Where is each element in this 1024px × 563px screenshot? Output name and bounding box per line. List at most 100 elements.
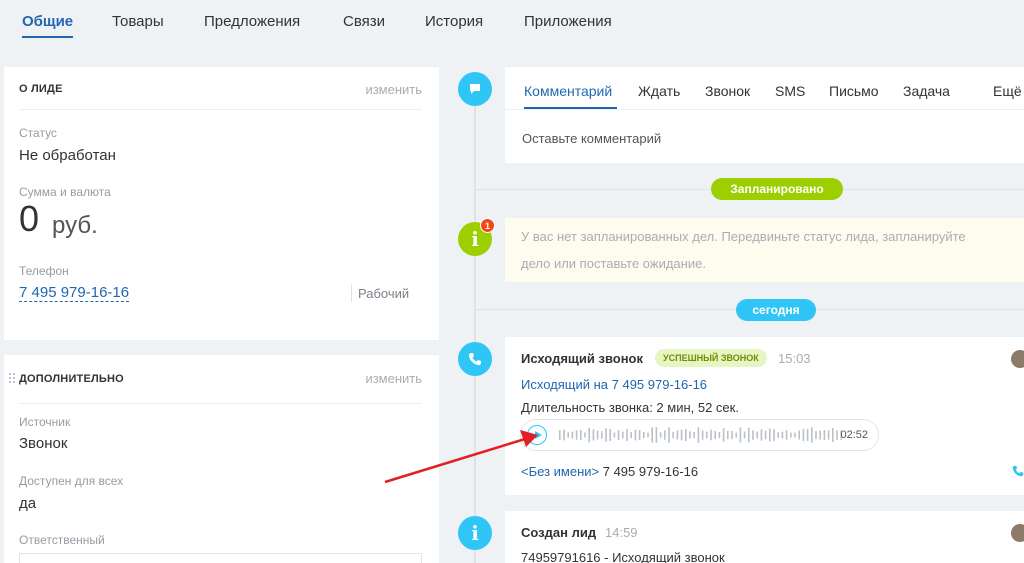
created-timeline-icon: i — [458, 516, 492, 550]
waveform-bar — [680, 429, 683, 441]
planned-notice: У вас нет запланированных дел. Передвинь… — [505, 218, 1024, 282]
composer-tab-sms[interactable]: SMS — [775, 83, 805, 99]
tab-apps[interactable]: Приложения — [524, 13, 612, 30]
planned-text-line2: дело или поставьте ожидание. — [521, 256, 706, 271]
waveform-bar — [714, 431, 716, 439]
tab-general[interactable]: Общие — [22, 13, 73, 30]
waveform-bar — [706, 431, 708, 439]
composer-tab-more[interactable]: Ещё — [993, 83, 1022, 99]
extra-card: ДОПОЛНИТЕЛЬНО изменить Источник Звонок Д… — [4, 355, 439, 563]
waveform-bar — [659, 432, 662, 438]
waveform-bar — [626, 428, 628, 442]
waveform-bar — [790, 432, 792, 438]
divider — [19, 403, 422, 404]
waveform-bar — [722, 428, 725, 442]
phone-label: Телефон — [19, 264, 69, 278]
annotation-arrow-icon — [384, 430, 538, 484]
tab-links[interactable]: Связи — [343, 13, 385, 30]
waveform-bar — [689, 431, 691, 439]
sum-label: Сумма и валюта — [19, 185, 111, 199]
call-duration: Длительность звонка: 2 мин, 52 сек. — [521, 400, 739, 415]
waveform-bar — [563, 429, 565, 441]
waveform-bar — [613, 432, 616, 438]
tab-products[interactable]: Товары — [112, 13, 164, 30]
waveform-bar — [584, 432, 586, 438]
waveform-bar — [798, 430, 800, 440]
phone-type: Рабочий — [358, 286, 410, 301]
divider — [505, 109, 1024, 110]
waveform-bar — [643, 431, 645, 439]
phone-link[interactable]: 7 495 979-16-16 — [19, 284, 130, 302]
comment-timeline-icon — [458, 72, 492, 106]
lead-card: О ЛИДЕ изменить Статус Не обработан Сумм… — [4, 67, 439, 340]
waveform-bar — [559, 430, 561, 440]
avatar[interactable] — [1011, 350, 1024, 368]
waveform-bar — [735, 432, 737, 438]
composer-tab-task[interactable]: Задача — [903, 83, 950, 99]
today-badge: сегодня — [736, 299, 816, 321]
active-tab-underline — [22, 36, 73, 38]
waveform-bar — [638, 430, 641, 440]
waveform-bar — [647, 432, 649, 438]
avatar[interactable] — [1011, 524, 1024, 542]
status-label: Статус — [19, 126, 57, 140]
access-value[interactable]: да — [19, 495, 36, 512]
waveform-bar — [727, 430, 729, 440]
status-value[interactable]: Не обработан — [19, 147, 116, 164]
info-icon: i — [471, 227, 479, 251]
waveform-bar — [672, 431, 674, 439]
info-timeline-icon: i 1 — [458, 218, 495, 256]
divider — [19, 109, 422, 110]
source-label: Источник — [19, 415, 71, 429]
waveform[interactable] — [559, 427, 849, 443]
extra-edit-link[interactable]: изменить — [365, 371, 422, 386]
drag-handle-icon[interactable] — [8, 372, 16, 386]
planned-badge: Запланировано — [711, 178, 843, 200]
comment-input[interactable]: Оставьте комментарий — [522, 131, 661, 146]
call-phone-icon[interactable] — [1011, 463, 1024, 479]
waveform-bar — [739, 427, 742, 443]
sum-value[interactable]: 0 — [19, 198, 39, 240]
timeline-line — [474, 88, 476, 563]
waveform-bar — [823, 430, 826, 440]
waveform-bar — [794, 432, 796, 438]
waveform-bar — [748, 427, 750, 443]
waveform-bar — [664, 430, 666, 440]
call-event-card: Исходящий звонок УСПЕШНЫЙ ЗВОНОК 15:03 И… — [505, 337, 1024, 495]
lead-edit-link[interactable]: изменить — [365, 82, 422, 97]
waveform-bar — [827, 430, 830, 440]
waveform-bar — [718, 432, 721, 438]
detail-tabs: Общие Товары Предложения Связи История П… — [0, 0, 1024, 50]
tab-offers[interactable]: Предложения — [204, 13, 300, 30]
source-value[interactable]: Звонок — [19, 435, 67, 452]
waveform-bar — [764, 430, 767, 440]
waveform-bar — [580, 429, 582, 441]
composer-tab-comment[interactable]: Комментарий — [524, 83, 612, 99]
phone-separator — [351, 284, 352, 302]
waveform-bar — [811, 427, 813, 443]
owner-label: Ответственный — [19, 533, 105, 547]
waveform-bar — [693, 431, 695, 439]
waveform-bar — [617, 430, 620, 440]
planned-text-line1: У вас нет запланированных дел. Передвинь… — [521, 229, 966, 244]
waveform-bar — [815, 431, 817, 439]
contact-phone: 7 495 979-16-16 — [602, 464, 699, 479]
tab-history[interactable]: История — [425, 13, 483, 30]
waveform-bar — [634, 429, 637, 441]
composer-tab-wait[interactable]: Ждать — [638, 83, 680, 99]
waveform-bar — [630, 432, 632, 438]
call-number-link[interactable]: Исходящий на 7 495 979-16-16 — [521, 377, 707, 392]
call-contact: <Без имени> 7 495 979-16-16 — [521, 464, 698, 479]
waveform-bar — [769, 428, 771, 442]
composer-tab-email[interactable]: Письмо — [829, 83, 879, 99]
waveform-bar — [668, 427, 670, 443]
waveform-bar — [760, 429, 763, 441]
owner-field[interactable] — [19, 553, 422, 563]
waveform-bar — [806, 429, 809, 441]
waveform-bar — [832, 427, 834, 443]
waveform-bar — [676, 430, 679, 440]
waveform-bar — [592, 429, 595, 441]
composer-tab-call[interactable]: Звонок — [705, 83, 750, 99]
waveform-bar — [575, 430, 578, 440]
waveform-bar — [567, 432, 569, 438]
